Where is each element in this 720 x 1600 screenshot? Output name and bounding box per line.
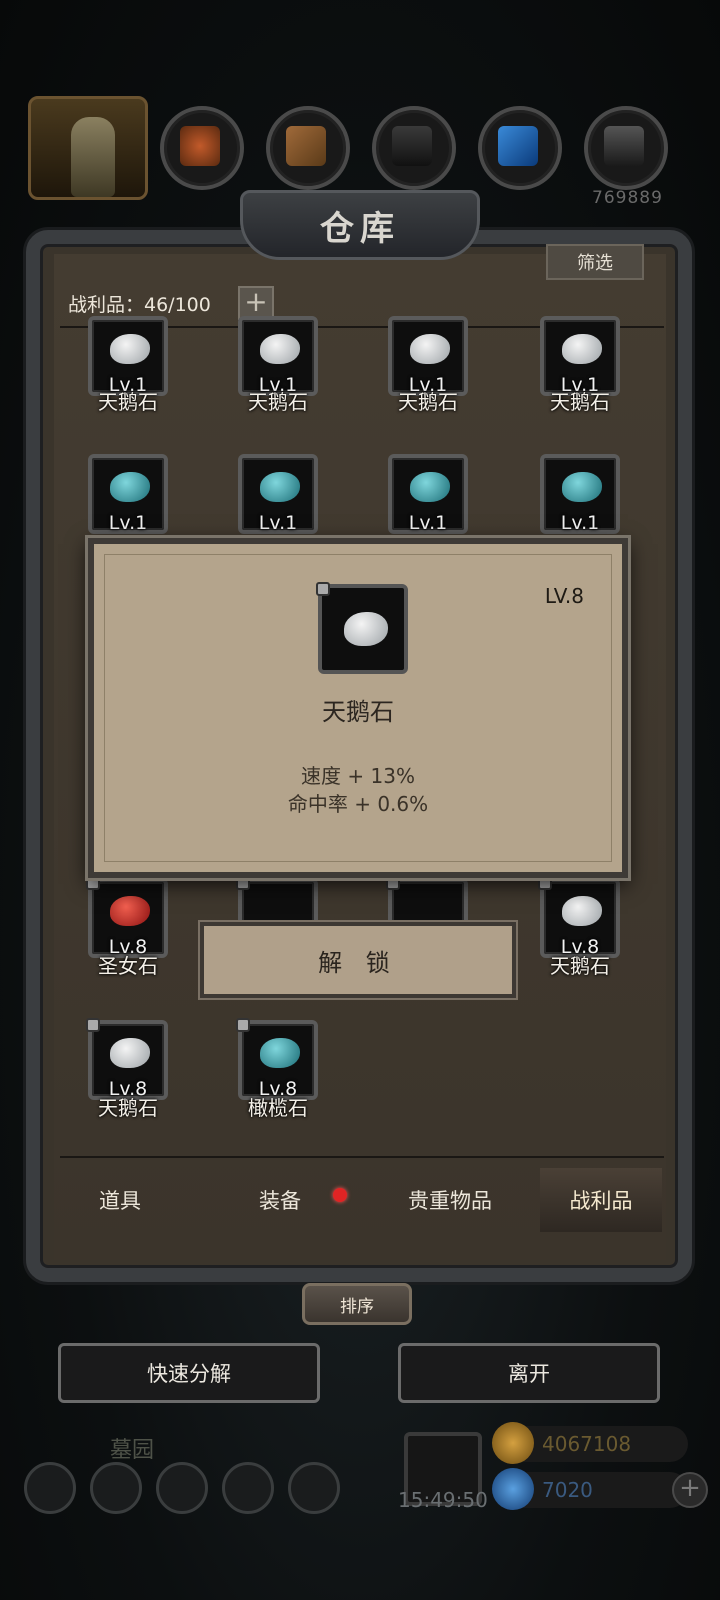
- item-name: 天鹅石: [98, 390, 158, 414]
- item-slot[interactable]: Lv.8: [236, 1018, 318, 1100]
- tab-tools[interactable]: 道具: [60, 1168, 180, 1232]
- item-slot[interactable]: Lv.1: [540, 454, 620, 534]
- red-gem-icon: [110, 896, 150, 926]
- popup-item-name: 天鹅石: [322, 698, 394, 726]
- gold-coin-icon: [492, 1422, 534, 1464]
- lock-icon: [386, 876, 400, 890]
- lock-icon: [236, 1018, 250, 1032]
- item-name: 圣女石: [98, 954, 158, 978]
- item-level: Lv.1: [560, 512, 600, 534]
- notification-badge: [333, 1188, 347, 1202]
- add-currency-button[interactable]: +: [672, 1472, 708, 1508]
- category-tabs: 道具 装备 贵重物品 战利品: [60, 1168, 664, 1232]
- menu-icon[interactable]: [288, 1462, 340, 1514]
- item-slot[interactable]: Lv.1: [540, 316, 620, 396]
- teal-gem-icon: [110, 472, 150, 502]
- white-gem-icon: [260, 334, 300, 364]
- menu-icon[interactable]: [222, 1462, 274, 1514]
- crystal-resource-icon[interactable]: [478, 106, 562, 190]
- white-gem-icon: [344, 612, 388, 646]
- item-name: 天鹅石: [550, 954, 610, 978]
- item-level: Lv.1: [108, 512, 148, 534]
- teal-gem-icon: [260, 472, 300, 502]
- item-slot[interactable]: Lv.1: [88, 316, 168, 396]
- tab-equipment[interactable]: 装备: [220, 1168, 340, 1232]
- item-slot[interactable]: Lv.1: [238, 316, 318, 396]
- teal-gem-icon: [562, 472, 602, 502]
- gem-counter: 7020: [492, 1468, 688, 1510]
- item-slot[interactable]: Lv.1: [388, 316, 468, 396]
- popup-stat-accuracy: 命中率 + 0.6%: [287, 792, 429, 816]
- item-slot[interactable]: Lv.1: [238, 454, 318, 534]
- item-detail-popup: LV.8 天鹅石 速度 + 13% 命中率 + 0.6%: [88, 538, 628, 878]
- white-gem-icon: [410, 334, 450, 364]
- divider: [60, 1156, 664, 1158]
- steel-resource-icon[interactable]: [584, 106, 668, 190]
- teal-gem-icon: [260, 1038, 300, 1068]
- lock-icon: [316, 582, 330, 596]
- item-slot[interactable]: Lv.8: [538, 876, 620, 958]
- title-plate: 仓库: [240, 190, 480, 260]
- popup-item-slot: [316, 582, 408, 674]
- sort-button[interactable]: 排序: [302, 1283, 412, 1325]
- item-name: 橄榄石: [248, 1096, 308, 1120]
- white-gem-icon: [562, 334, 602, 364]
- item-name: 天鹅石: [248, 390, 308, 414]
- lock-icon: [236, 876, 250, 890]
- gem-currency-icon: [492, 1468, 534, 1510]
- clock-time: 15:49:50: [398, 1488, 488, 1512]
- lock-icon: [538, 876, 552, 890]
- item-level: Lv.1: [408, 512, 448, 534]
- tab-loot[interactable]: 战利品: [540, 1168, 662, 1232]
- gem-value: 7020: [542, 1478, 593, 1502]
- popup-item-level: LV.8: [544, 584, 584, 608]
- gold-value: 4067108: [542, 1432, 632, 1456]
- leave-button[interactable]: 离开: [398, 1343, 660, 1403]
- item-slot[interactable]: Lv.1: [88, 454, 168, 534]
- item-slot[interactable]: Lv.8: [86, 1018, 168, 1100]
- white-gem-icon: [110, 334, 150, 364]
- menu-icon[interactable]: [90, 1462, 142, 1514]
- lock-icon: [86, 1018, 100, 1032]
- item-name: 天鹅石: [398, 390, 458, 414]
- expand-capacity-button[interactable]: +: [238, 286, 274, 320]
- filter-button[interactable]: 筛选: [546, 244, 644, 280]
- item-name: 天鹅石: [98, 1096, 158, 1120]
- gold-counter: 4067108: [492, 1422, 688, 1464]
- angel-statue-icon: [71, 117, 115, 197]
- white-gem-icon: [562, 896, 602, 926]
- iron-resource-icon[interactable]: [372, 106, 456, 190]
- plank-resource-icon[interactable]: [266, 106, 350, 190]
- item-level: Lv.1: [258, 512, 298, 534]
- popup-stat-speed: 速度 + 13%: [301, 764, 415, 788]
- white-gem-icon: [110, 1038, 150, 1068]
- item-slot[interactable]: Lv.8: [86, 876, 168, 958]
- page-title: 仓库: [320, 208, 400, 249]
- teal-gem-icon: [410, 472, 450, 502]
- location-label: 墓园: [110, 1438, 155, 1463]
- inventory-count: 战利品：46/100: [68, 294, 211, 316]
- menu-icon[interactable]: [24, 1462, 76, 1514]
- menu-icon[interactable]: [156, 1462, 208, 1514]
- avatar[interactable]: [28, 96, 148, 200]
- wood-resource-icon[interactable]: [160, 106, 244, 190]
- item-slot[interactable]: Lv.1: [388, 454, 468, 534]
- quick-disassemble-button[interactable]: 快速分解: [58, 1343, 320, 1403]
- lock-icon: [86, 876, 100, 890]
- tab-valuables[interactable]: 贵重物品: [370, 1168, 530, 1232]
- item-name: 天鹅石: [550, 390, 610, 414]
- unlock-button[interactable]: 解 锁: [200, 922, 516, 998]
